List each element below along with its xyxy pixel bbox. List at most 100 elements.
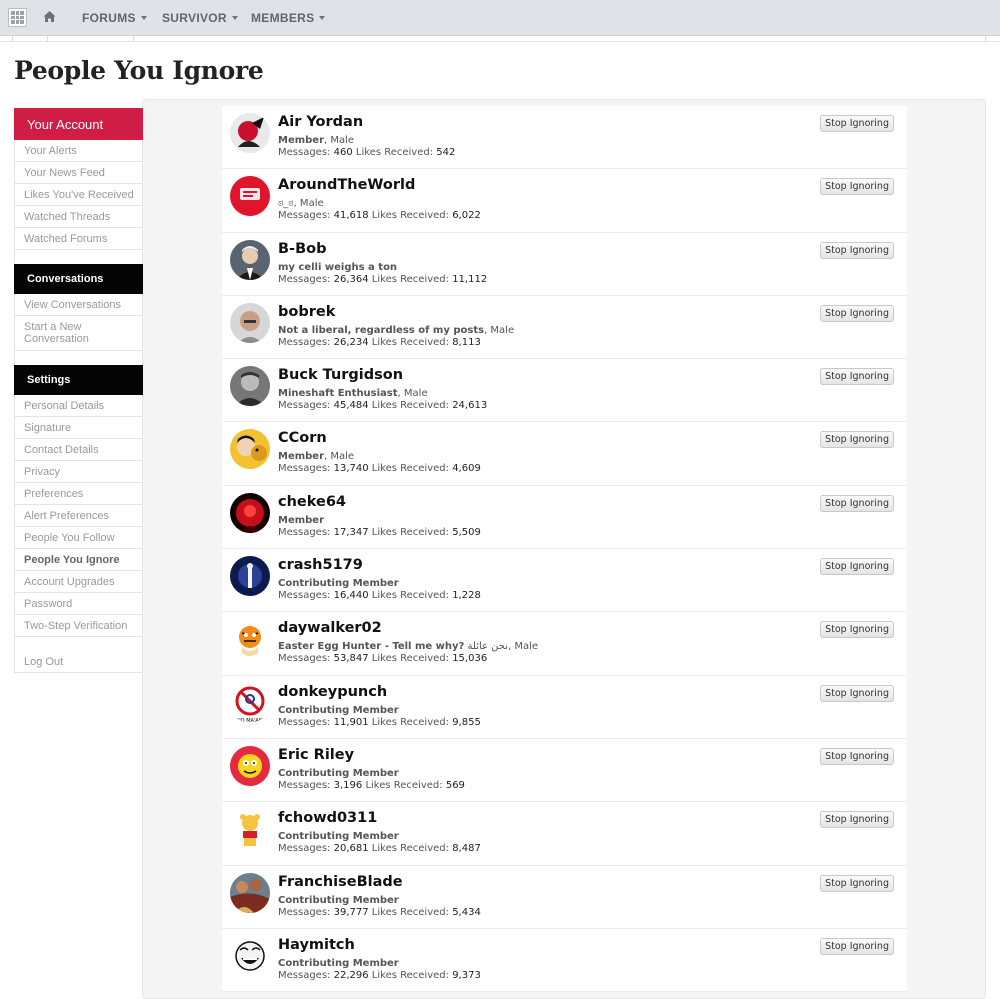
sidebar-item-alert-preferences[interactable]: Alert Preferences [14,505,143,527]
avatar[interactable] [230,872,270,913]
avatar[interactable] [230,619,270,660]
member-stats: Messages: 53,847 Likes Received: 15,036 [278,653,487,664]
sidebar-item-watched-threads[interactable]: Watched Threads [14,206,143,228]
likes-label: Likes Received: [371,210,449,222]
nav-forums[interactable]: FORUMS [82,11,147,25]
member-name[interactable]: Eric Riley [278,747,354,763]
stop-ignoring-button[interactable]: Stop Ignoring [820,178,894,196]
stop-ignoring-button[interactable]: Stop Ignoring [820,747,894,765]
nav-survivor[interactable]: SURVIVOR [162,11,238,25]
sidebar-item-start-conversation[interactable]: Start a New Conversation [14,316,143,351]
subnav-tab [12,36,48,42]
sidebar-item-personal-details[interactable]: Personal Details [14,395,143,417]
avatar[interactable] [230,556,270,597]
stop-ignoring-button[interactable]: Stop Ignoring [820,558,894,576]
member-name[interactable]: cheke64 [278,494,346,510]
member-row: bobrek Not a liberal, regardless of my po… [222,295,907,360]
sidebar-item-people-you-follow[interactable]: People You Follow [14,527,143,549]
member-row: NO MA'AM donkeypunch Contributing Member Me… [222,675,907,739]
sidebar-spacer [14,250,143,264]
red-glow-figure-icon [230,492,270,533]
messages-label: Messages: [278,716,331,728]
member-name[interactable]: fchowd0311 [278,810,377,826]
member-title: Contributing Member [278,895,399,906]
sidebar-item-contact-details[interactable]: Contact Details [14,439,143,461]
member-name[interactable]: bobrek [278,304,335,320]
member-name[interactable]: B-Bob [278,241,326,257]
avatar[interactable] [230,492,270,533]
sidebar-item-account-upgrades[interactable]: Account Upgrades [14,571,143,593]
stop-ignoring-button[interactable]: Stop Ignoring [820,621,894,639]
likes-label: Likes Received: [371,653,449,665]
site-logo[interactable] [8,8,27,27]
member-name[interactable]: CCorn [278,430,327,446]
sidebar-item-preferences[interactable]: Preferences [14,483,143,505]
member-name[interactable]: crash5179 [278,557,363,573]
red-logo-icon [230,176,270,217]
member-stats: Messages: 3,196 Likes Received: 569 [278,780,465,791]
chevron-down-icon [140,15,147,20]
member-name[interactable]: Buck Turgidson [278,367,403,383]
likes-label: Likes Received: [371,590,449,602]
yellow-cartoon-icon [230,745,270,786]
avatar[interactable] [230,809,270,850]
messages-count: 39,777 [333,906,369,918]
sidebar-item-two-step-verification[interactable]: Two-Step Verification [14,615,143,637]
sidebar-item-alerts[interactable]: Your Alerts [14,140,143,162]
stop-ignoring-button[interactable]: Stop Ignoring [820,241,894,259]
stop-ignoring-button[interactable]: Stop Ignoring [820,368,894,386]
stop-ignoring-button[interactable]: Stop Ignoring [820,937,894,955]
avatar[interactable] [230,745,270,786]
messages-count: 11,901 [333,716,369,728]
sidebar-item-people-you-ignore[interactable]: People You Ignore [14,549,143,571]
nav-members[interactable]: MEMBERS [251,11,326,25]
member-row: Air Yordan Member, Male Messages: 460 Like… [222,106,907,170]
avatar[interactable] [230,366,270,407]
avatar[interactable] [230,302,270,343]
stop-ignoring-button[interactable]: Stop Ignoring [820,811,894,829]
sidebar-item-news-feed[interactable]: Your News Feed [14,162,143,184]
stop-ignoring-button[interactable]: Stop Ignoring [820,494,894,512]
member-user-title: Contributing Member [278,704,399,716]
sidebar-item-view-conversations[interactable]: View Conversations [14,294,143,316]
likes-count: 15,036 [452,653,488,665]
member-name[interactable]: daywalker02 [278,620,382,636]
stop-ignoring-button[interactable]: Stop Ignoring [820,431,894,449]
likes-count: 1,228 [452,590,481,602]
sidebar-item-log-out[interactable]: Log Out [14,651,143,673]
avatar[interactable] [230,239,270,280]
home-icon[interactable] [43,10,56,23]
avatar[interactable] [230,113,270,153]
likes-label: Likes Received: [371,273,449,285]
avatar[interactable] [230,935,270,976]
member-title-extra: , Male [484,324,515,336]
sidebar-item-signature[interactable]: Signature [14,417,143,439]
member-stats: Messages: 20,681 Likes Received: 8,487 [278,843,481,854]
member-title-extra: , Male [397,388,428,400]
messages-count: 26,234 [333,336,369,348]
member-name[interactable]: Haymitch [278,937,355,953]
member-user-title: Member [278,135,325,146]
member-name[interactable]: Air Yordan [278,114,363,130]
member-row: Haymitch Contributing Member Messages: 22,… [222,928,907,993]
sidebar-item-privacy[interactable]: Privacy [14,461,143,483]
member-title-extra: , Male [324,451,355,463]
stop-ignoring-button[interactable]: Stop Ignoring [820,115,894,132]
avatar[interactable] [230,176,270,217]
sidebar-item-likes-received[interactable]: Likes You've Received [14,184,143,206]
member-name[interactable]: AroundTheWorld [278,177,415,193]
member-title: Easter Egg Hunter - Tell me why? نحن عائ… [278,641,538,652]
avatar[interactable] [230,429,270,470]
messages-label: Messages: [278,336,331,348]
avatar[interactable]: NO MA'AM [230,682,270,723]
sidebar-item-password[interactable]: Password [14,593,143,615]
likes-count: 11,112 [452,273,488,285]
sidebar-item-watched-forums[interactable]: Watched Forums [14,228,143,250]
member-stats: Messages: 26,364 Likes Received: 11,112 [278,274,487,285]
sidebar-header-account[interactable]: Your Account [14,108,143,140]
stop-ignoring-button[interactable]: Stop Ignoring [820,304,894,322]
member-name[interactable]: FranchiseBlade [278,874,403,890]
member-name[interactable]: donkeypunch [278,684,387,700]
stop-ignoring-button[interactable]: Stop Ignoring [820,874,894,892]
stop-ignoring-button[interactable]: Stop Ignoring [820,684,894,702]
